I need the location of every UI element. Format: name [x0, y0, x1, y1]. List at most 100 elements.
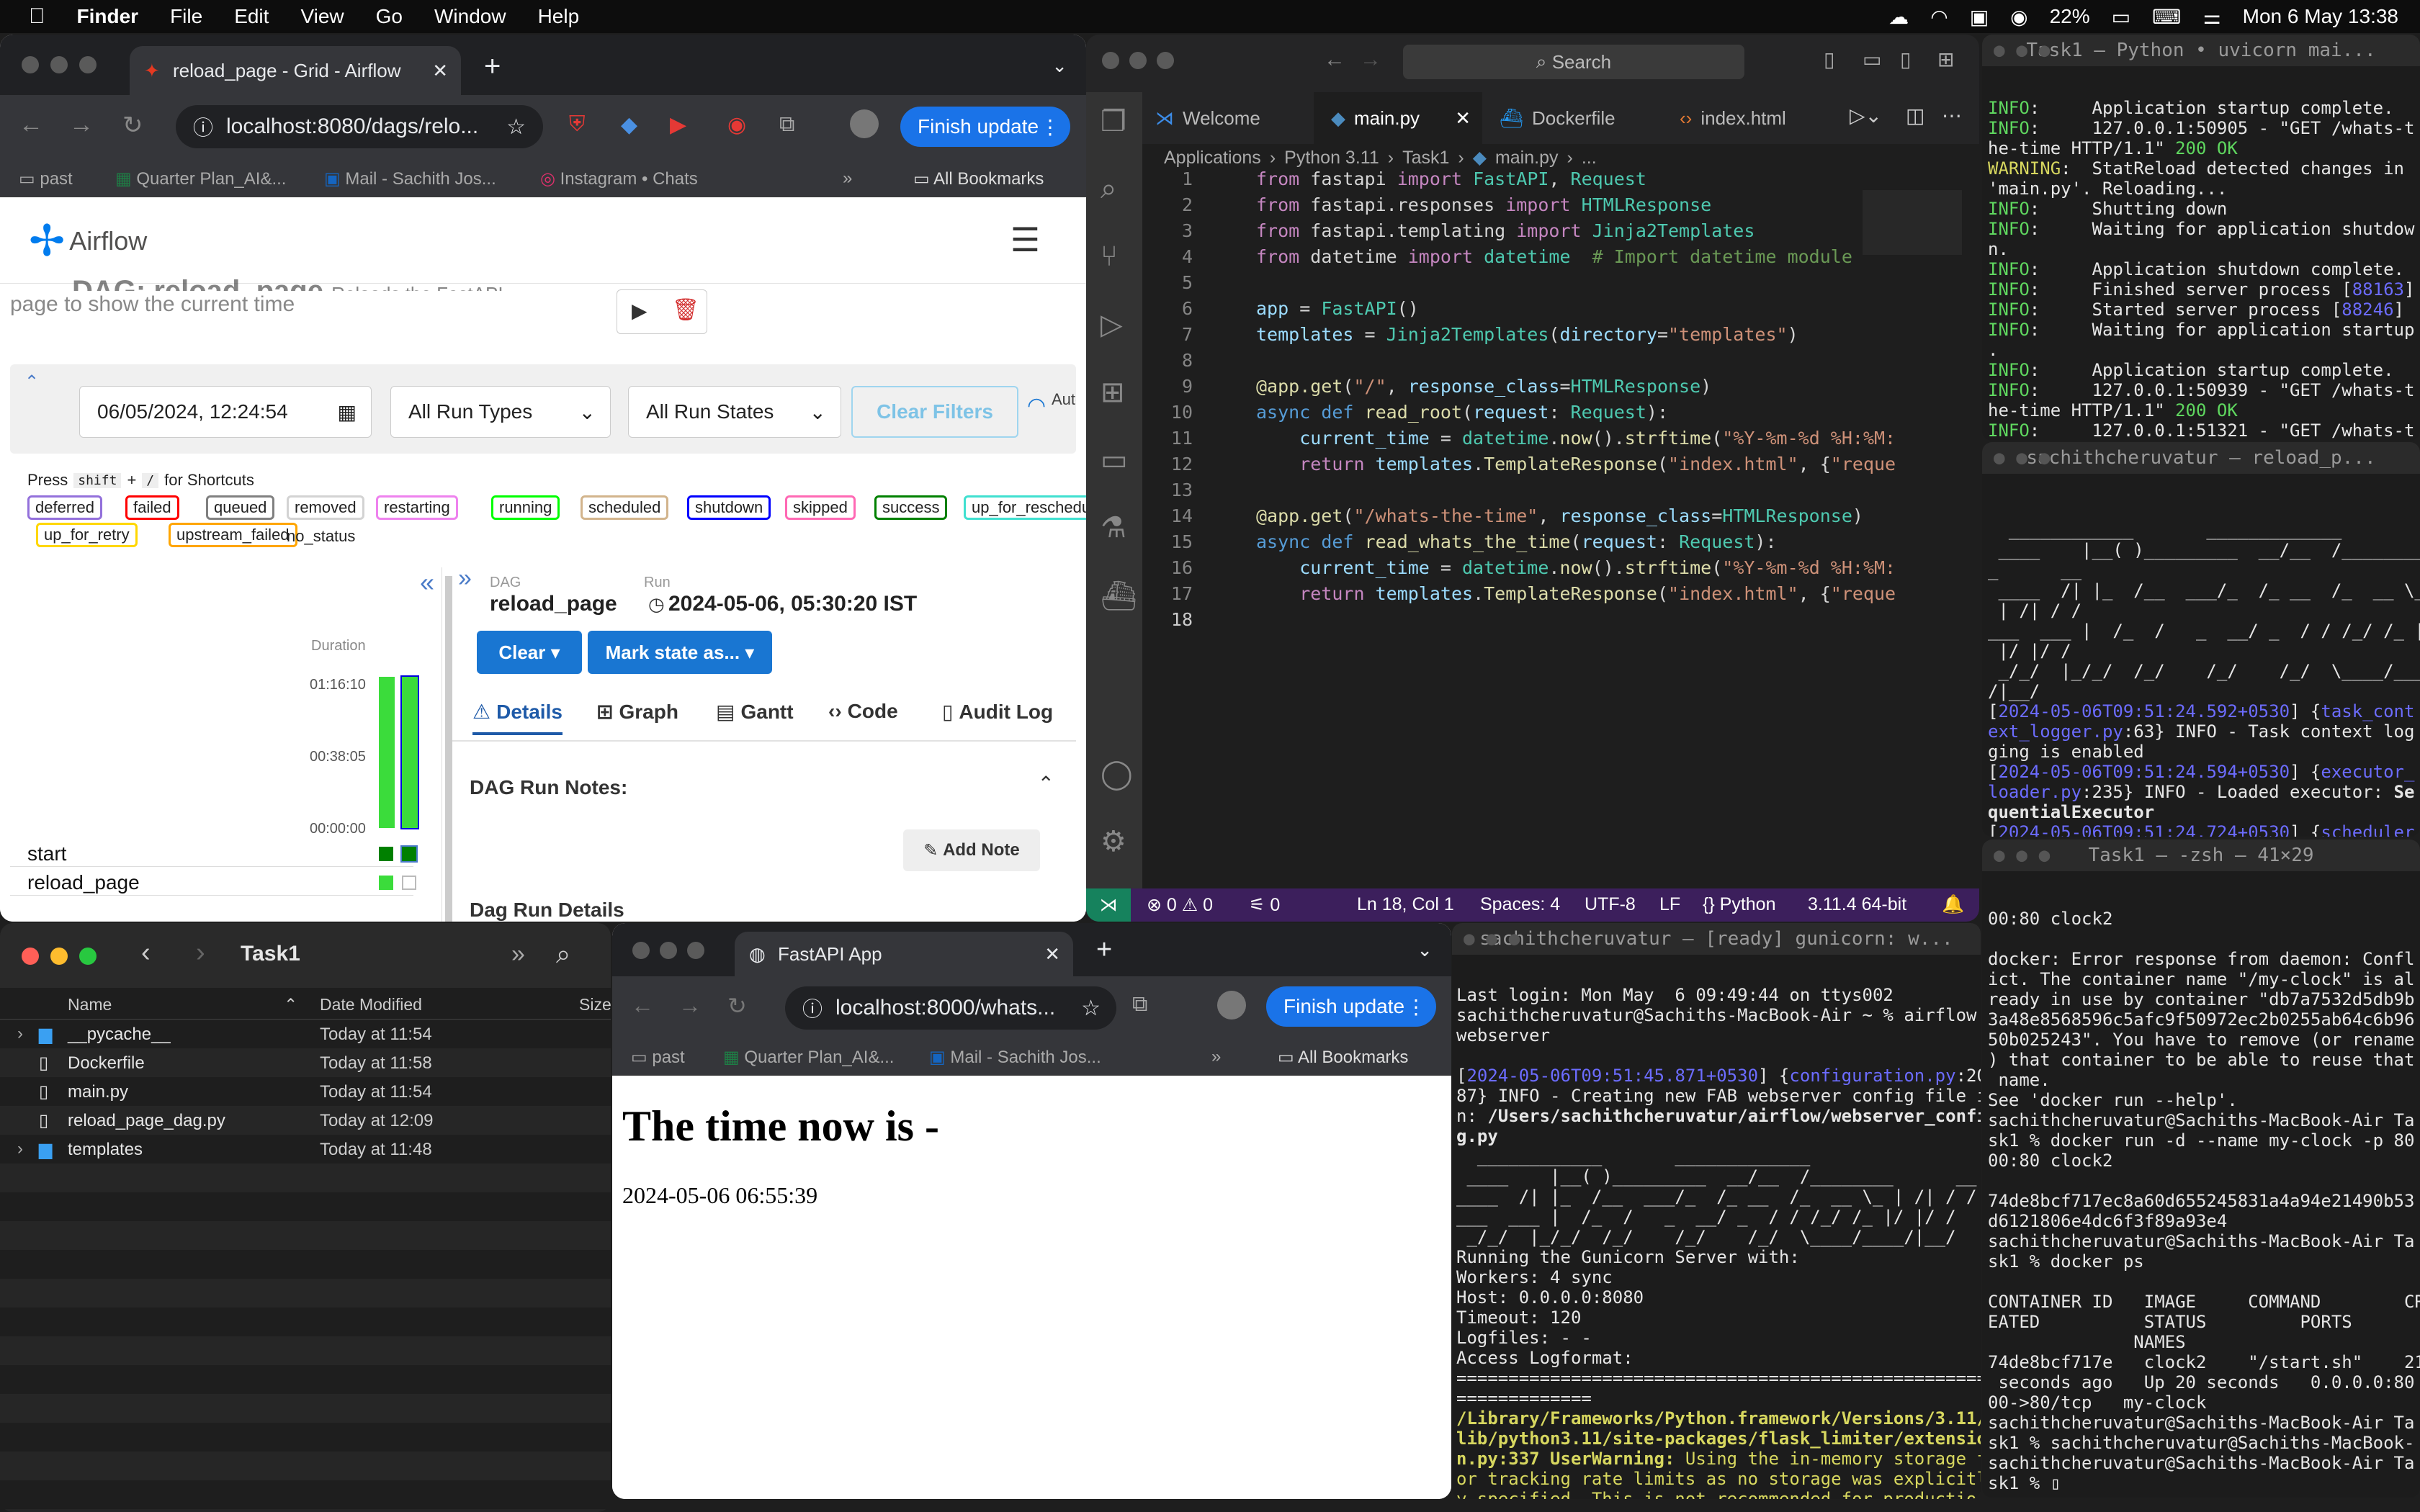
extension-gem-icon[interactable]: ◆ — [621, 112, 637, 138]
mark-state-button[interactable]: Mark state as... ▾ — [588, 631, 772, 674]
more-toolbar-icon[interactable]: » — [511, 940, 525, 968]
extensions-puzzle-icon[interactable]: ⧉ — [1132, 992, 1147, 1017]
state-badge[interactable]: up_for_reschedule — [964, 495, 1086, 520]
collapse-filters-icon[interactable]: ⌃ — [24, 372, 39, 392]
more-bookmarks-icon[interactable]: » — [843, 168, 852, 189]
chevron-up-icon[interactable]: ⌃ — [1038, 772, 1054, 796]
duration-bar-selected[interactable] — [400, 675, 419, 829]
tab-search-icon[interactable]: ⌄ — [1417, 939, 1433, 961]
toggle-sidebar-icon[interactable]: ▯ — [1824, 48, 1834, 71]
all-bookmarks[interactable]: ▭ All Bookmarks — [913, 168, 1044, 189]
disclosure-chevron-icon[interactable]: › — [17, 1024, 23, 1044]
state-badge[interactable]: restarting — [376, 495, 458, 520]
bookmark-quarter[interactable]: ▦ Quarter Plan_AI&... — [115, 168, 286, 189]
tab-code[interactable]: ‹› Code — [828, 700, 898, 723]
docker-icon[interactable]: ⛴ — [1101, 579, 1137, 613]
task-instance-box[interactable] — [402, 876, 416, 890]
trigger-dag-icon[interactable]: ▶ — [632, 299, 647, 323]
state-badge[interactable]: skipped — [785, 495, 856, 520]
finish-update-button[interactable]: Finish update ⋮ — [900, 107, 1070, 147]
new-tab-icon[interactable]: + — [484, 50, 501, 83]
task-name[interactable]: start — [27, 842, 66, 865]
traffic-lights[interactable]: ● ● ● — [1994, 40, 2050, 60]
search-icon[interactable]: ⌕ — [556, 939, 570, 970]
file-row[interactable]: ▯ main.py Today at 11:54 — [0, 1077, 611, 1106]
traffic-lights[interactable]: ● ● ● — [1994, 448, 2050, 468]
traffic-lights[interactable]: ● ● ● — [1464, 929, 1520, 949]
task-row[interactable]: reload_page — [10, 868, 416, 896]
breadcrumb-item[interactable]: Python 3.11 — [1284, 148, 1379, 168]
forward-icon[interactable]: › — [196, 937, 205, 968]
resize-handle[interactable] — [445, 576, 452, 922]
date-filter-input[interactable]: 06/05/2024, 12:24:54 ▦ — [79, 386, 372, 438]
remote-explorer-icon[interactable]: ▭ — [1101, 444, 1128, 477]
terminal-zsh[interactable]: ● ● ● Task1 — -zsh — 41×29 00:80 clock2 d… — [1982, 840, 2420, 1498]
back-icon[interactable]: ← — [19, 111, 43, 139]
weather-icon[interactable]: ☁ — [1888, 5, 1909, 29]
state-badge[interactable]: scheduled — [581, 495, 669, 520]
breadcrumb-item[interactable]: Task1 — [1402, 148, 1449, 168]
bookmark-mail[interactable]: ▣ Mail - Sachith Jos... — [324, 168, 496, 189]
hamburger-menu-icon[interactable]: ☰ — [1010, 220, 1040, 259]
zoom-window-button[interactable] — [1157, 52, 1174, 69]
address-bar[interactable]: ⓘ localhost:8000/whats... ☆ — [785, 986, 1116, 1030]
bookmark-star-icon[interactable]: ☆ — [506, 114, 526, 140]
run-file-icon[interactable]: ▷⌄ — [1850, 104, 1882, 127]
extensions-icon[interactable]: ⊞ — [1101, 376, 1125, 409]
close-tab-icon[interactable]: ✕ — [1044, 943, 1060, 966]
calendar-icon[interactable]: ▦ — [338, 400, 357, 424]
tab-main-py[interactable]: ◆ main.py ✕ — [1314, 92, 1482, 144]
command-search[interactable]: ⌕ Search — [1403, 45, 1744, 79]
clear-button[interactable]: Clear ▾ — [477, 631, 582, 674]
file-row[interactable]: › ▆ __pycache__ Today at 11:54 — [0, 1020, 611, 1048]
cursor-position[interactable]: Ln 18, Col 1 — [1357, 894, 1454, 915]
column-date[interactable]: Date Modified — [320, 995, 422, 1014]
breadcrumb-dag-name[interactable]: reload_page — [490, 592, 617, 616]
reload-icon[interactable]: ↻ — [122, 111, 143, 140]
minimize-window-button[interactable] — [50, 56, 68, 73]
task-name[interactable]: reload_page — [27, 871, 140, 894]
tab-index-html[interactable]: ‹› index.html — [1662, 92, 1814, 144]
reload-icon[interactable]: ↻ — [727, 992, 747, 1020]
state-badge[interactable]: up_for_retry — [36, 523, 138, 547]
menu-edit[interactable]: Edit — [234, 5, 269, 28]
tab-welcome[interactable]: ⋊ Welcome — [1142, 92, 1314, 144]
state-badge[interactable]: running — [491, 495, 560, 520]
task-row[interactable]: start — [10, 840, 418, 867]
sort-chevron-icon[interactable]: ⌃ — [284, 995, 297, 1014]
close-window-button[interactable] — [1102, 52, 1119, 69]
close-window-button[interactable] — [22, 56, 39, 73]
interpreter[interactable]: 3.11.4 64-bit — [1808, 894, 1906, 915]
minimize-window-button[interactable] — [1129, 52, 1147, 69]
forward-icon[interactable]: → — [678, 992, 702, 1019]
keyboard-icon[interactable]: ⌨ — [2152, 5, 2181, 29]
column-name[interactable]: Name — [68, 995, 112, 1014]
state-badge[interactable]: shutdown — [687, 495, 771, 520]
extensions-puzzle-icon[interactable]: ⧉ — [779, 112, 794, 137]
close-tab-icon[interactable]: ✕ — [1455, 107, 1471, 130]
finish-update-button[interactable]: Finish update ⋮ — [1266, 986, 1436, 1027]
terminal-uvicorn[interactable]: ● ● ● Task1 — Python • uvicorn mai... INF… — [1982, 35, 2420, 441]
close-window-button[interactable] — [632, 942, 650, 959]
state-badge[interactable]: failed — [125, 495, 179, 520]
account-icon[interactable]: ◯ — [1101, 757, 1133, 791]
clock[interactable]: Mon 6 May 13:38 — [2243, 5, 2398, 28]
extension-shield-icon[interactable]: ⛨ — [569, 112, 586, 137]
encoding[interactable]: UTF-8 — [1585, 894, 1636, 915]
toggle-panel-icon[interactable]: ▭ — [1863, 48, 1881, 71]
all-bookmarks[interactable]: ▭ All Bookmarks — [1278, 1047, 1408, 1068]
minimap[interactable] — [1863, 190, 1962, 255]
eol[interactable]: LF — [1659, 894, 1680, 915]
screen-icon[interactable]: ▣ — [1970, 5, 1989, 29]
back-icon[interactable]: ← — [631, 992, 654, 1019]
more-actions-icon[interactable]: ⋯ — [1942, 104, 1962, 127]
auto-refresh-toggle[interactable]: ◠ — [1027, 393, 1046, 418]
control-center-icon[interactable]: ⚌ — [2203, 5, 2221, 29]
back-icon[interactable]: ‹ — [141, 937, 151, 968]
file-row[interactable]: ▯ reload_page_dag.py Today at 12:09 — [0, 1106, 611, 1135]
search-icon[interactable]: ⌕ — [1101, 173, 1116, 205]
state-badge[interactable]: deferred — [27, 495, 102, 520]
explorer-icon[interactable]: ❐ — [1101, 105, 1126, 138]
toggle-secondary-icon[interactable]: ▯ — [1900, 48, 1911, 71]
language-mode[interactable]: {} Python — [1703, 894, 1776, 915]
